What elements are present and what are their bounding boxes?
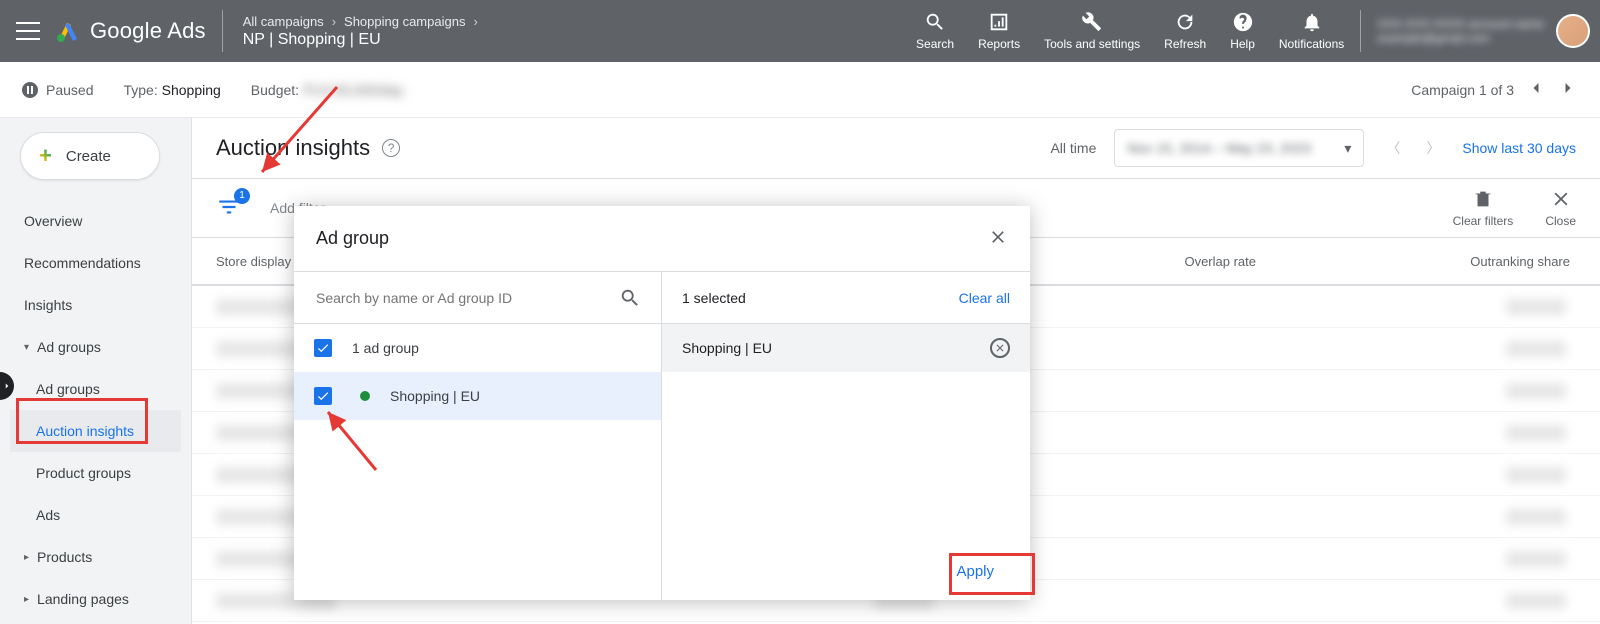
adgroup-picker: 1 ad group Shopping | EU bbox=[294, 272, 662, 600]
search-row bbox=[294, 272, 661, 324]
account-info[interactable]: XXX-XXX-XXXX account name example@gmail.… bbox=[1377, 14, 1590, 48]
date-next-button[interactable]: 〉 bbox=[1422, 134, 1444, 162]
date-range-text: Nov 15, 2014 – May 23, 2023 bbox=[1127, 140, 1336, 156]
close-popup-button[interactable] bbox=[988, 227, 1008, 250]
refresh-button[interactable]: Refresh bbox=[1164, 11, 1206, 51]
chevron-right-icon: › bbox=[473, 14, 477, 29]
help-button[interactable]: Help bbox=[1230, 11, 1255, 51]
header-tools: Search Reports Tools and settings Refres… bbox=[916, 11, 1344, 51]
close-icon bbox=[994, 342, 1006, 354]
sidebar-item-adgroups[interactable]: Ad groups bbox=[10, 368, 181, 410]
account-id: XXX-XXX-XXXX account name bbox=[1377, 17, 1544, 31]
campaign-pager: Campaign 1 of 3 bbox=[1411, 78, 1578, 101]
wrench-icon bbox=[1081, 11, 1103, 33]
breadcrumb-item[interactable]: All campaigns bbox=[243, 14, 324, 29]
campaign-status-bar: Paused Type: Shopping Budget: PLN 50,000… bbox=[0, 62, 1600, 118]
pager-text: Campaign 1 of 3 bbox=[1411, 82, 1514, 98]
selected-item-label: Shopping | EU bbox=[682, 340, 772, 356]
all-time-label: All time bbox=[1050, 140, 1096, 156]
status-chip[interactable]: Paused bbox=[22, 82, 93, 98]
next-campaign-button[interactable] bbox=[1558, 78, 1578, 101]
chevron-right-icon: › bbox=[332, 14, 336, 29]
select-all-label: 1 ad group bbox=[352, 340, 419, 356]
clear-all-button[interactable]: Clear all bbox=[959, 290, 1010, 306]
breadcrumb-current: NP | Shopping | EU bbox=[243, 31, 381, 49]
sidebar-item-products[interactable]: ▸Products bbox=[10, 536, 181, 578]
date-range-picker[interactable]: Nov 15, 2014 – May 23, 2023 ▾ bbox=[1114, 129, 1364, 167]
breadcrumb: All campaigns › Shopping campaigns › NP … bbox=[239, 14, 478, 49]
separator bbox=[222, 10, 223, 52]
select-all-row[interactable]: 1 ad group bbox=[294, 324, 661, 372]
search-button[interactable]: Search bbox=[916, 11, 954, 51]
search-icon[interactable] bbox=[619, 287, 641, 309]
checkbox-checked-icon[interactable] bbox=[314, 387, 332, 405]
close-filters-button[interactable]: Close bbox=[1545, 188, 1576, 228]
separator bbox=[1360, 10, 1361, 52]
refresh-icon bbox=[1174, 11, 1196, 33]
sidebar-item-product-groups[interactable]: Product groups bbox=[10, 452, 181, 494]
remove-selected-button[interactable] bbox=[990, 338, 1010, 358]
chevron-right-icon: ▸ bbox=[24, 552, 29, 563]
sidebar: + Create Overview Recommendations Insigh… bbox=[0, 118, 192, 624]
avatar[interactable] bbox=[1556, 14, 1590, 48]
app-header: Google Ads All campaigns › Shopping camp… bbox=[0, 0, 1600, 62]
help-icon[interactable]: ? bbox=[382, 139, 400, 157]
trash-icon bbox=[1472, 188, 1494, 210]
tools-button[interactable]: Tools and settings bbox=[1044, 11, 1140, 51]
adgroup-search-input[interactable] bbox=[314, 289, 609, 307]
popup-title: Ad group bbox=[316, 228, 389, 249]
google-ads-logo-icon bbox=[56, 19, 80, 43]
pause-icon bbox=[22, 82, 38, 98]
logo-text: Google Ads bbox=[90, 18, 206, 44]
sidebar-item-insights[interactable]: Insights bbox=[10, 284, 181, 326]
adgroup-option-label: Shopping | EU bbox=[390, 388, 480, 404]
prev-campaign-button[interactable] bbox=[1526, 78, 1546, 101]
breadcrumb-item[interactable]: Shopping campaigns bbox=[344, 14, 465, 29]
chevron-right-icon: ▸ bbox=[24, 594, 29, 605]
create-button[interactable]: + Create bbox=[20, 132, 160, 180]
ad-group-filter-popup: Ad group 1 ad group Shopping | EU 1 sele… bbox=[294, 206, 1030, 600]
sidebar-item-ads[interactable]: Ads bbox=[10, 494, 181, 536]
close-icon bbox=[988, 227, 1008, 247]
status-text: Paused bbox=[46, 82, 93, 98]
sidebar-item-recommendations[interactable]: Recommendations bbox=[10, 242, 181, 284]
show-last-30-days-link[interactable]: Show last 30 days bbox=[1462, 140, 1576, 156]
checkbox-checked-icon[interactable] bbox=[314, 339, 332, 357]
chevron-down-icon: ▾ bbox=[24, 342, 29, 353]
campaign-budget: Budget: PLN 50,000/day bbox=[251, 82, 404, 98]
sidebar-item-adgroups-parent[interactable]: ▾Ad groups bbox=[10, 326, 181, 368]
selected-item-row: Shopping | EU bbox=[662, 324, 1030, 372]
filter-button[interactable]: 1 bbox=[216, 194, 242, 223]
sidebar-item-auction-insights[interactable]: Auction insights bbox=[10, 410, 181, 452]
notifications-button[interactable]: Notifications bbox=[1279, 11, 1344, 51]
sidebar-item-landing-pages[interactable]: ▸Landing pages bbox=[10, 578, 181, 620]
chevron-down-icon: ▾ bbox=[1344, 140, 1351, 157]
close-icon bbox=[1550, 188, 1572, 210]
plus-icon: + bbox=[39, 143, 52, 169]
menu-icon[interactable] bbox=[16, 22, 40, 40]
status-enabled-icon bbox=[360, 391, 370, 401]
selected-count: 1 selected bbox=[682, 290, 746, 306]
campaign-type: Type: Shopping bbox=[123, 82, 220, 98]
selected-panel: 1 selected Clear all Shopping | EU bbox=[662, 272, 1030, 600]
account-email: example@gmail.com bbox=[1377, 31, 1544, 45]
apply-button[interactable]: Apply bbox=[936, 553, 1014, 590]
sidebar-item-overview[interactable]: Overview bbox=[10, 200, 181, 242]
search-icon bbox=[924, 11, 946, 33]
bell-icon bbox=[1301, 11, 1323, 33]
bar-chart-icon bbox=[988, 11, 1010, 33]
col-outranking-share[interactable]: Outranking share bbox=[1280, 254, 1600, 269]
date-prev-button[interactable]: 〈 bbox=[1382, 134, 1404, 162]
filter-count-badge: 1 bbox=[234, 188, 250, 204]
logo[interactable]: Google Ads bbox=[56, 18, 206, 44]
page-header: Auction insights ? All time Nov 15, 2014… bbox=[192, 118, 1600, 178]
help-icon bbox=[1232, 11, 1254, 33]
page-title: Auction insights bbox=[216, 135, 370, 161]
clear-filters-button[interactable]: Clear filters bbox=[1453, 188, 1514, 228]
adgroup-option-row[interactable]: Shopping | EU bbox=[294, 372, 661, 420]
reports-button[interactable]: Reports bbox=[978, 11, 1020, 51]
